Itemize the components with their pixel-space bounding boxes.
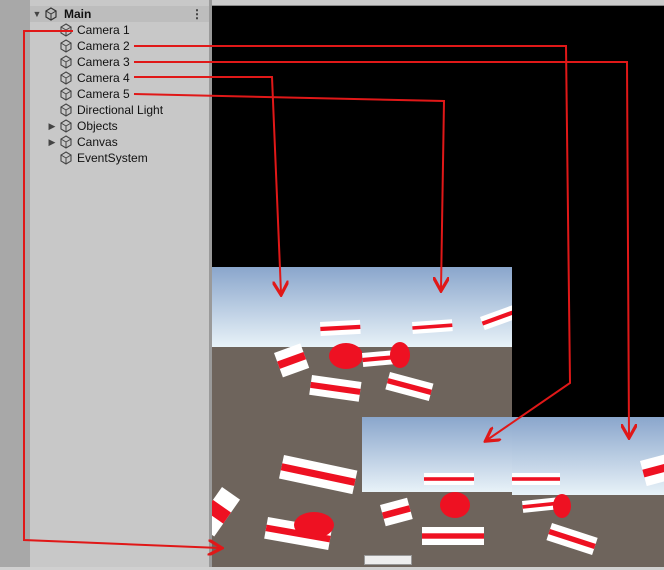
hierarchy-item[interactable]: Camera 2: [30, 38, 209, 54]
scene-row-main[interactable]: ▼ Main ⋮: [30, 6, 209, 22]
hierarchy-item[interactable]: EventSystem: [30, 150, 209, 166]
scene-name: Main: [64, 7, 92, 21]
hierarchy-item[interactable]: Camera 3: [30, 54, 209, 70]
camera-1-viewport: [212, 417, 362, 567]
scene-render: [362, 267, 512, 417]
scene-render: [362, 417, 512, 567]
cube-icon: [60, 55, 72, 69]
hierarchy-item-label: Camera 4: [77, 71, 130, 85]
hierarchy-item[interactable]: Camera 4: [30, 70, 209, 86]
hierarchy-gutter: [0, 0, 30, 570]
cube-icon: [60, 151, 72, 165]
hierarchy-item-label: EventSystem: [77, 151, 148, 165]
hierarchy-item-label: Camera 2: [77, 39, 130, 53]
camera-2-viewport: [362, 417, 512, 567]
scene-render: [512, 417, 664, 567]
scene-render: [212, 267, 362, 417]
expand-arrow-icon[interactable]: ▶: [47, 118, 57, 134]
cube-icon: [60, 119, 72, 133]
more-options-icon[interactable]: ⋮: [191, 6, 203, 22]
hierarchy-item-label: Directional Light: [77, 103, 164, 117]
hierarchy-item[interactable]: Camera 5: [30, 86, 209, 102]
camera-5-viewport: [362, 267, 512, 417]
hierarchy-item-label: Camera 3: [77, 55, 130, 69]
hierarchy-item-label: Camera 1: [77, 23, 130, 37]
hierarchy-item[interactable]: ▶ Objects: [30, 118, 209, 134]
hierarchy-item[interactable]: Camera 1: [30, 22, 209, 38]
game-view[interactable]: [212, 6, 664, 570]
scene-render: [212, 417, 362, 567]
canvas-ui-button[interactable]: [364, 555, 412, 565]
expand-arrow-icon[interactable]: ▶: [47, 134, 57, 150]
camera-4-viewport: [212, 267, 362, 417]
cube-icon: [60, 103, 72, 117]
hierarchy-item-label: Objects: [77, 119, 118, 133]
hierarchy-item-label: Camera 5: [77, 87, 130, 101]
cube-icon: [60, 135, 72, 149]
expand-arrow-icon[interactable]: ▼: [32, 6, 42, 22]
hierarchy-item[interactable]: Directional Light: [30, 102, 209, 118]
cube-icon: [60, 23, 72, 37]
unity-scene-icon: [45, 7, 57, 21]
cube-icon: [60, 39, 72, 53]
hierarchy-item-label: Canvas: [77, 135, 118, 149]
hierarchy-item[interactable]: ▶ Canvas: [30, 134, 209, 150]
camera-3-viewport: [512, 417, 664, 567]
hierarchy-panel: ▼ Main ⋮ Camera 1 Camera 2 Camera 3 Camera …: [30, 0, 209, 570]
cube-icon: [60, 87, 72, 101]
cube-icon: [60, 71, 72, 85]
